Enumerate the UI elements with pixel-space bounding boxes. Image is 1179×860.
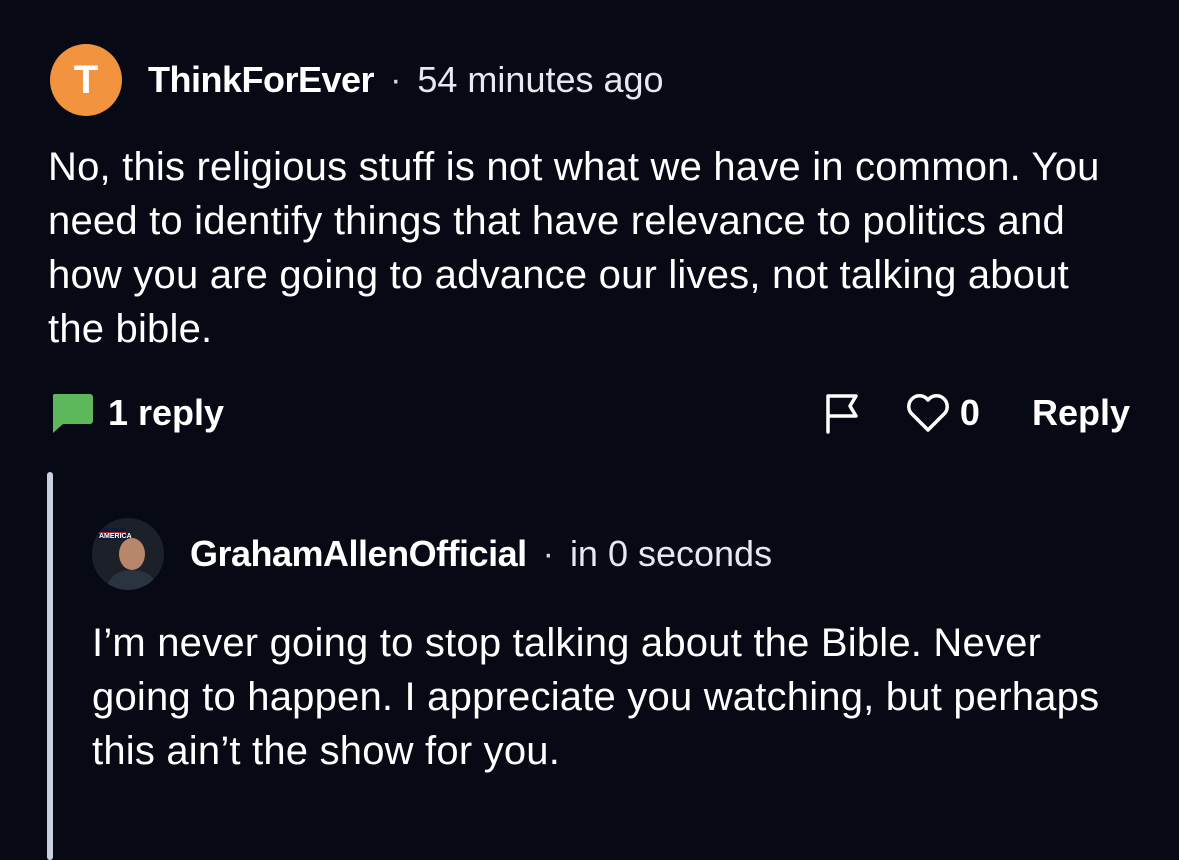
reply-avatar[interactable]: AMERICA [92,518,164,590]
separator-dot: · [542,534,554,573]
reply-button[interactable]: Reply [1032,392,1130,434]
username[interactable]: ThinkForEver [148,59,375,101]
comment-body: No, this religious stuff is not what we … [48,145,1100,351]
like-count: 0 [959,392,980,433]
thread-line [47,472,53,860]
comment-actions: 1 reply 0 Reply [50,386,1130,440]
comment: T ThinkForEver · 54 minutes ago No, this… [0,0,1179,460]
reply-header: AMERICA GrahamAllenOfficial · in 0 secon… [92,518,772,590]
reply-timestamp: in 0 seconds [569,533,773,574]
separator-dot: · [390,60,402,99]
heart-icon[interactable] [906,393,950,433]
chat-bubble-icon [50,392,94,434]
avatar-badge-text: AMERICA [99,533,132,540]
avatar[interactable]: T [50,44,122,116]
comment-header: T ThinkForEver · 54 minutes ago [50,44,664,116]
reply-username[interactable]: GrahamAllenOfficial [190,533,527,575]
reply-body: I’m never going to stop talking about th… [92,621,1100,773]
flag-icon[interactable] [824,392,860,434]
timestamp: 54 minutes ago [417,59,664,100]
view-replies-button[interactable]: 1 reply [50,392,224,434]
replies-count-label: 1 reply [108,392,225,433]
